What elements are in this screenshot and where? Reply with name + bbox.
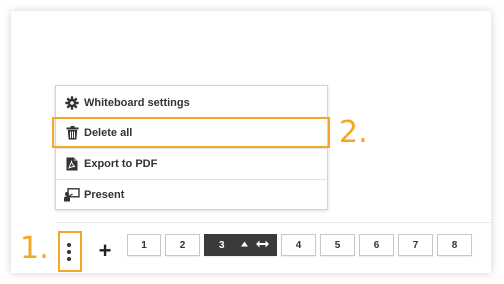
page-button-4[interactable]: 4 [281,234,316,256]
dot [67,243,71,247]
page-button-8[interactable]: 8 [437,234,472,256]
menu-item-present[interactable]: Present [56,180,328,210]
gear-icon [64,95,80,111]
add-page-button[interactable]: + [95,238,115,264]
step-2-label: 2. [339,115,368,150]
page-controls [241,240,269,248]
page-button-7[interactable]: 7 [398,234,433,256]
dot [67,257,71,261]
pdf-file-icon [64,156,80,172]
toolbar-divider [55,222,491,223]
menu-item-label: Export to PDF [84,158,158,170]
caret-up-icon[interactable] [241,241,248,247]
menu-item-whiteboard-settings[interactable]: Whiteboard settings [56,88,328,118]
delete-all-highlight [52,117,330,148]
dot [67,250,71,254]
page-button-1[interactable]: 1 [127,234,161,256]
page-button-6[interactable]: 6 [359,234,394,256]
step-1-label: 1. [20,231,49,266]
menu-item-label: Whiteboard settings [84,97,190,109]
more-options-button[interactable] [62,240,76,264]
page-button-2[interactable]: 2 [165,234,200,256]
reorder-arrows-icon[interactable] [256,240,269,248]
page-button-5[interactable]: 5 [320,234,355,256]
presentation-icon [64,187,80,203]
menu-item-export-pdf[interactable]: Export to PDF [56,149,328,179]
page-button-3-active[interactable]: 3 [204,234,277,256]
menu-item-label: Present [84,189,125,201]
page-number: 3 [219,239,225,251]
